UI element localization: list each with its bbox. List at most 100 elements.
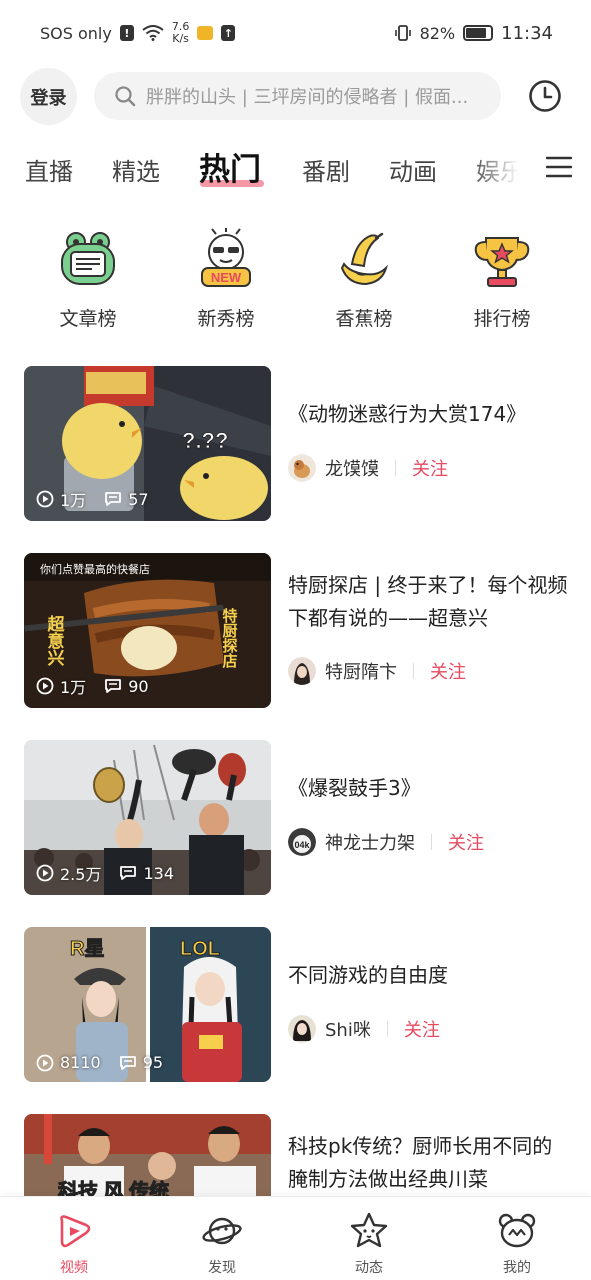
planet-icon <box>202 1217 242 1245</box>
video-title[interactable]: 特厨探店 | 终于来了！每个视频下都有说的——超意兴 <box>288 569 570 635</box>
bear-face-icon <box>498 1213 536 1248</box>
divider <box>386 1021 388 1037</box>
quick-entry-row: 文章榜 NEW 新秀榜 香蕉榜 排行榜 <box>0 228 591 338</box>
author-row: 04k 神龙士力架 关注 <box>288 828 484 856</box>
nav-profile[interactable]: 我的 <box>477 1211 557 1277</box>
video-title[interactable]: 科技pk传统？厨师长用不同的腌制方法做出经典川菜 <box>288 1130 570 1196</box>
follow-button[interactable]: 关注 <box>404 1016 440 1042</box>
thumbnail-left-label: R星 <box>70 937 104 960</box>
author-name[interactable]: 龙馍馍 <box>325 455 379 481</box>
author-row: Shi咪 关注 <box>288 1015 440 1043</box>
tab-live[interactable]: 直播 <box>25 152 73 187</box>
avatar[interactable] <box>288 1015 316 1043</box>
new-face-icon: NEW <box>201 228 251 287</box>
play-count-icon <box>36 864 54 882</box>
quick-entry-leaderboard[interactable]: 排行榜 <box>447 228 557 331</box>
search-bar[interactable]: 胖胖的山头 | 三坪房间的侵略者 | 假面... <box>94 72 501 120</box>
search-icon <box>115 86 136 107</box>
video-card[interactable]: 你们点赞最高的快餐店 超意兴 特厨探店 1万 90 特厨探店 | 终于来了！每个… <box>0 553 591 709</box>
nav-label: 发现 <box>208 1260 236 1276</box>
battery-percent: 82% <box>419 23 456 43</box>
comment-count: 57 <box>128 489 149 509</box>
nav-label: 动态 <box>355 1260 383 1276</box>
top-header: 登录 胖胖的山头 | 三坪房间的侵略者 | 假面... <box>0 68 591 126</box>
follow-button[interactable]: 关注 <box>430 658 466 684</box>
nav-label: 视频 <box>60 1260 88 1276</box>
menu-icon[interactable] <box>546 156 572 178</box>
author-name[interactable]: 神龙士力架 <box>325 829 415 855</box>
video-stats: 2.5万 134 <box>36 861 174 885</box>
thumbnail-side-text-right: 特厨探店 <box>221 607 238 669</box>
video-title[interactable]: 《动物迷惑行为大赏174》 <box>288 398 570 431</box>
avatar[interactable] <box>288 657 316 685</box>
thumbnail-overlay-text: 你们点赞最高的快餐店 <box>40 562 150 576</box>
quick-entry-label: 排行榜 <box>473 308 531 330</box>
comment-count-icon <box>120 866 137 880</box>
nav-discover[interactable]: 发现 <box>182 1211 262 1277</box>
video-thumbnail[interactable]: 你们点赞最高的快餐店 超意兴 特厨探店 1万 90 <box>24 553 271 708</box>
comment-count: 95 <box>142 1053 164 1072</box>
notification-app-icon <box>197 26 214 40</box>
author-name[interactable]: Shi咪 <box>325 1016 371 1042</box>
view-count: 1万 <box>60 491 87 510</box>
trophy-icon <box>474 237 530 287</box>
video-card[interactable]: ?.?? 1万 57 《动物迷惑行为大赏174》 龙馍馍 关注 <box>0 366 591 522</box>
video-title[interactable]: 《爆裂鼓手3》 <box>288 772 570 805</box>
video-thumbnail[interactable]: ?.?? 1万 57 <box>24 366 271 521</box>
author-name[interactable]: 特厨隋卞 <box>325 658 397 684</box>
video-stats: 1万 57 <box>36 487 149 511</box>
divider <box>431 834 432 850</box>
history-clock-icon[interactable] <box>528 79 562 113</box>
tab-bangumi[interactable]: 番剧 <box>302 152 350 187</box>
star-face-icon <box>350 1212 388 1248</box>
login-button[interactable]: 登录 <box>20 68 77 125</box>
channel-tabs: 直播 精选 热门 番剧 动画 娱乐 <box>0 138 591 198</box>
battery-fill <box>466 28 486 38</box>
tab-hot[interactable]: 热门 <box>199 144 261 189</box>
play-count-icon <box>36 490 54 508</box>
author-row: 龙馍馍 关注 <box>288 454 448 482</box>
nav-moments[interactable]: 动态 <box>329 1211 409 1277</box>
quick-entry-label: 文章榜 <box>59 308 117 330</box>
quick-entry-newcomer-rank[interactable]: NEW 新秀榜 <box>171 228 281 331</box>
avatar-text: 04k <box>294 840 310 850</box>
video-play-icon <box>60 1215 91 1248</box>
thumbnail-overlay-text: ?.?? <box>182 428 228 453</box>
author-row: 特厨隋卞 关注 <box>288 657 466 685</box>
quick-entry-banana-rank[interactable]: 香蕉榜 <box>309 228 419 331</box>
battery-icon <box>463 25 494 41</box>
avatar[interactable] <box>288 454 316 482</box>
banana-icon <box>340 232 389 286</box>
comment-count: 134 <box>143 863 174 883</box>
network-speed: 7.6 K/s <box>172 21 190 45</box>
status-bar: SOS only ! 7.6 K/s ↑ 82% 11:34 <box>0 0 591 66</box>
thumbnail-side-text-left: 超意兴 <box>45 614 65 667</box>
wifi-icon <box>142 25 164 41</box>
follow-button[interactable]: 关注 <box>448 829 484 855</box>
status-right: 82% 11:34 <box>394 23 553 44</box>
comment-count: 90 <box>128 676 149 696</box>
view-count: 2.5万 <box>60 865 102 884</box>
quick-entry-label: 新秀榜 <box>197 308 255 330</box>
comment-count-icon <box>105 679 122 693</box>
upload-icon: ↑ <box>221 25 236 41</box>
video-card[interactable]: R星 LOL 8110 95 不同游戏的自由度 Shi咪 关注 <box>0 927 591 1083</box>
bottom-navigation: 视频 发现 动态 我的 <box>0 1196 591 1280</box>
video-thumbnail[interactable]: 2.5万 134 <box>24 740 271 895</box>
quick-entry-article-rank[interactable]: 文章榜 <box>33 228 143 331</box>
nav-video[interactable]: 视频 <box>34 1211 114 1277</box>
view-count: 8110 <box>60 1053 101 1072</box>
follow-button[interactable]: 关注 <box>412 455 448 481</box>
comment-count-icon <box>119 1055 136 1070</box>
video-stats: 8110 95 <box>36 1053 163 1072</box>
search-placeholder: 胖胖的山头 | 三坪房间的侵略者 | 假面... <box>146 87 469 108</box>
quick-entry-label: 香蕉榜 <box>335 308 393 330</box>
tab-featured[interactable]: 精选 <box>112 152 160 187</box>
video-title[interactable]: 不同游戏的自由度 <box>288 959 570 992</box>
nav-label: 我的 <box>503 1260 531 1276</box>
play-count-icon <box>36 677 54 695</box>
video-thumbnail[interactable]: R星 LOL 8110 95 <box>24 927 271 1082</box>
tab-animation[interactable]: 动画 <box>389 152 437 187</box>
video-card[interactable]: 2.5万 134 《爆裂鼓手3》 04k 神龙士力架 关注 <box>0 740 591 896</box>
avatar[interactable]: 04k <box>288 828 316 856</box>
